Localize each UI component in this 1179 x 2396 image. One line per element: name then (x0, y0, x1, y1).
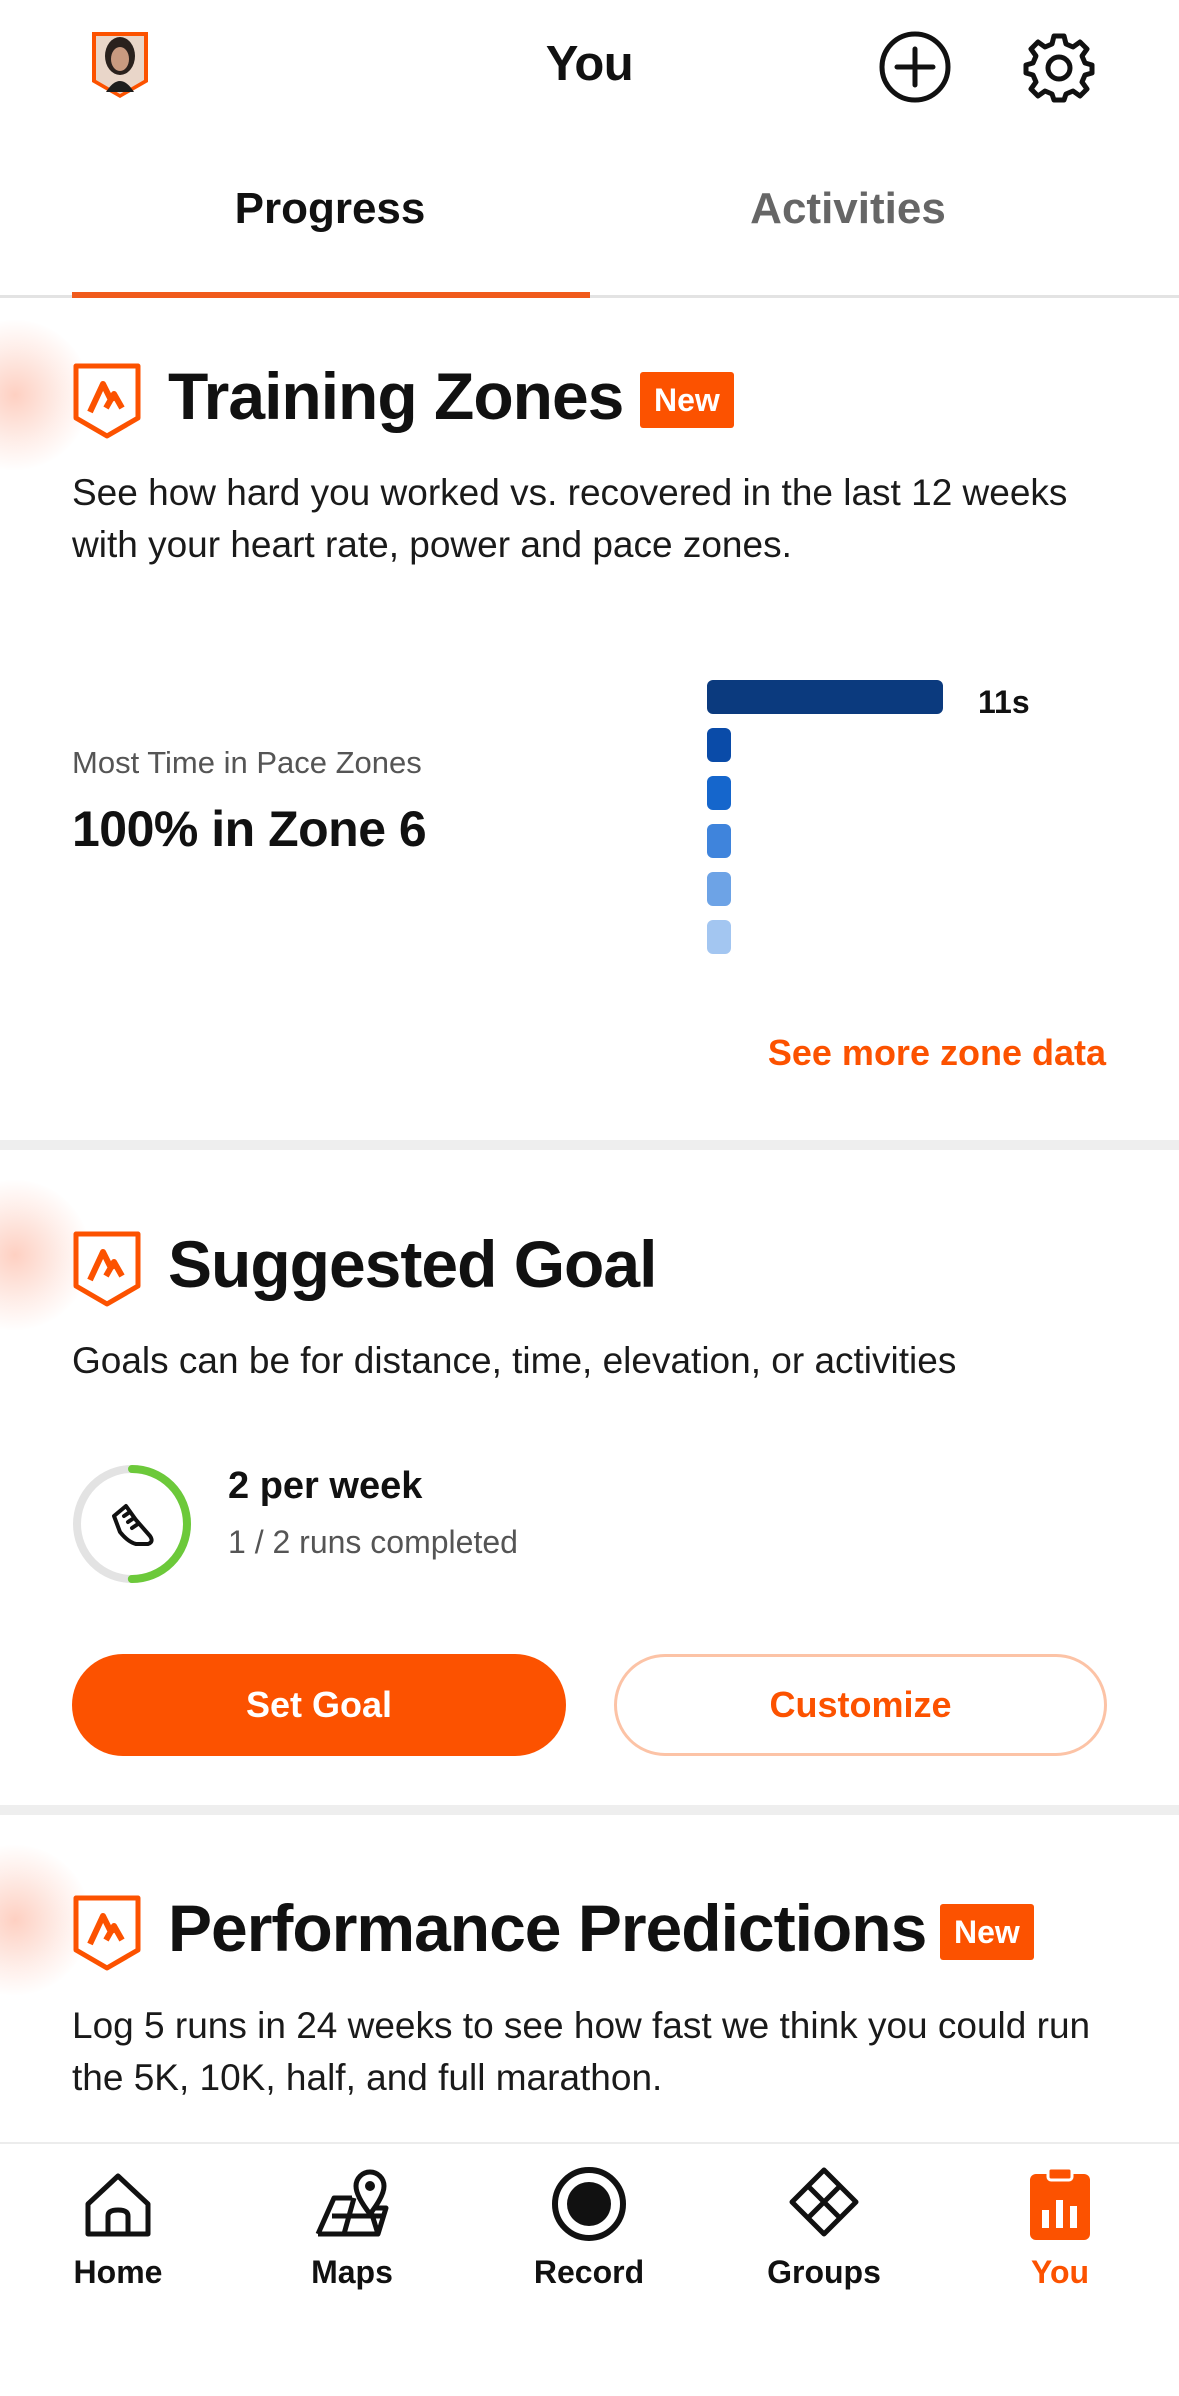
top-bar: You (0, 0, 1179, 135)
plus-circle-icon (879, 31, 951, 103)
zone-4-bar (707, 776, 731, 810)
running-shoe-icon (112, 1504, 154, 1546)
active-tab-indicator (72, 292, 590, 298)
suggested-goal-title: Suggested Goal (168, 1227, 657, 1301)
page-title: You (545, 37, 634, 91)
zone-6-time-label: 11s (978, 684, 1030, 720)
gear-icon (1023, 33, 1095, 103)
nav-home-label: Home (73, 2254, 163, 2290)
section-divider (0, 1805, 1179, 1815)
home-icon (85, 2173, 151, 2237)
zone-caption: Most Time in Pace Zones (72, 745, 422, 780)
nav-groups[interactable]: Groups (724, 2164, 924, 2291)
set-goal-button[interactable]: Set Goal (72, 1654, 566, 1756)
new-badge: New (640, 372, 734, 428)
nav-maps-label: Maps (311, 2254, 393, 2290)
see-more-zone-data-link[interactable]: See more zone data (768, 1032, 1106, 1074)
profile-tabs: Progress Activities (0, 150, 1179, 298)
settings-button[interactable] (1020, 28, 1098, 106)
nav-you[interactable]: You (960, 2164, 1160, 2291)
tab-progress[interactable]: Progress (70, 184, 590, 234)
nav-record[interactable]: Record (489, 2164, 689, 2291)
strava-shield-icon (73, 363, 141, 439)
map-icon (315, 2169, 389, 2237)
customize-button[interactable]: Customize (614, 1654, 1107, 1756)
zone-5-bar (707, 728, 731, 762)
training-zones-title: Training Zones (168, 359, 624, 433)
nav-home[interactable]: Home (18, 2164, 218, 2291)
strava-shield-icon (73, 1895, 141, 1971)
nav-groups-label: Groups (767, 2254, 881, 2290)
record-icon (552, 2167, 626, 2241)
nav-you-label: You (1030, 2254, 1090, 2290)
suggested-goal-description: Goals can be for distance, time, elevati… (72, 1340, 957, 1381)
training-zones-description: See how hard you worked vs. recovered in… (72, 472, 1068, 565)
groups-icon (789, 2167, 859, 2237)
goal-progress-ring (70, 1462, 194, 1586)
strava-shield-icon (73, 1231, 141, 1307)
new-badge: New (940, 1904, 1034, 1960)
goal-progress-text: 1 / 2 runs completed (228, 1524, 518, 1560)
you-stats-icon (1030, 2166, 1090, 2240)
performance-predictions-description: Log 5 runs in 24 weeks to see how fast w… (72, 2005, 1091, 2098)
goal-title: 2 per week (228, 1465, 423, 1507)
section-divider (0, 1140, 1179, 1150)
add-button[interactable] (876, 28, 954, 106)
tab-activities[interactable]: Activities (588, 184, 1108, 234)
nav-maps[interactable]: Maps (252, 2164, 452, 2291)
zone-2-bar (707, 872, 731, 906)
performance-predictions-title: Performance Predictions (168, 1891, 927, 1965)
bottom-navigation: Home Maps Record Groups You (0, 2142, 1179, 2396)
zone-3-bar (707, 824, 731, 858)
zone-1-bar (707, 920, 731, 954)
zone-summary-value: 100% in Zone 6 (72, 801, 427, 857)
zone-6-bar (707, 680, 943, 714)
nav-record-label: Record (533, 2254, 645, 2290)
